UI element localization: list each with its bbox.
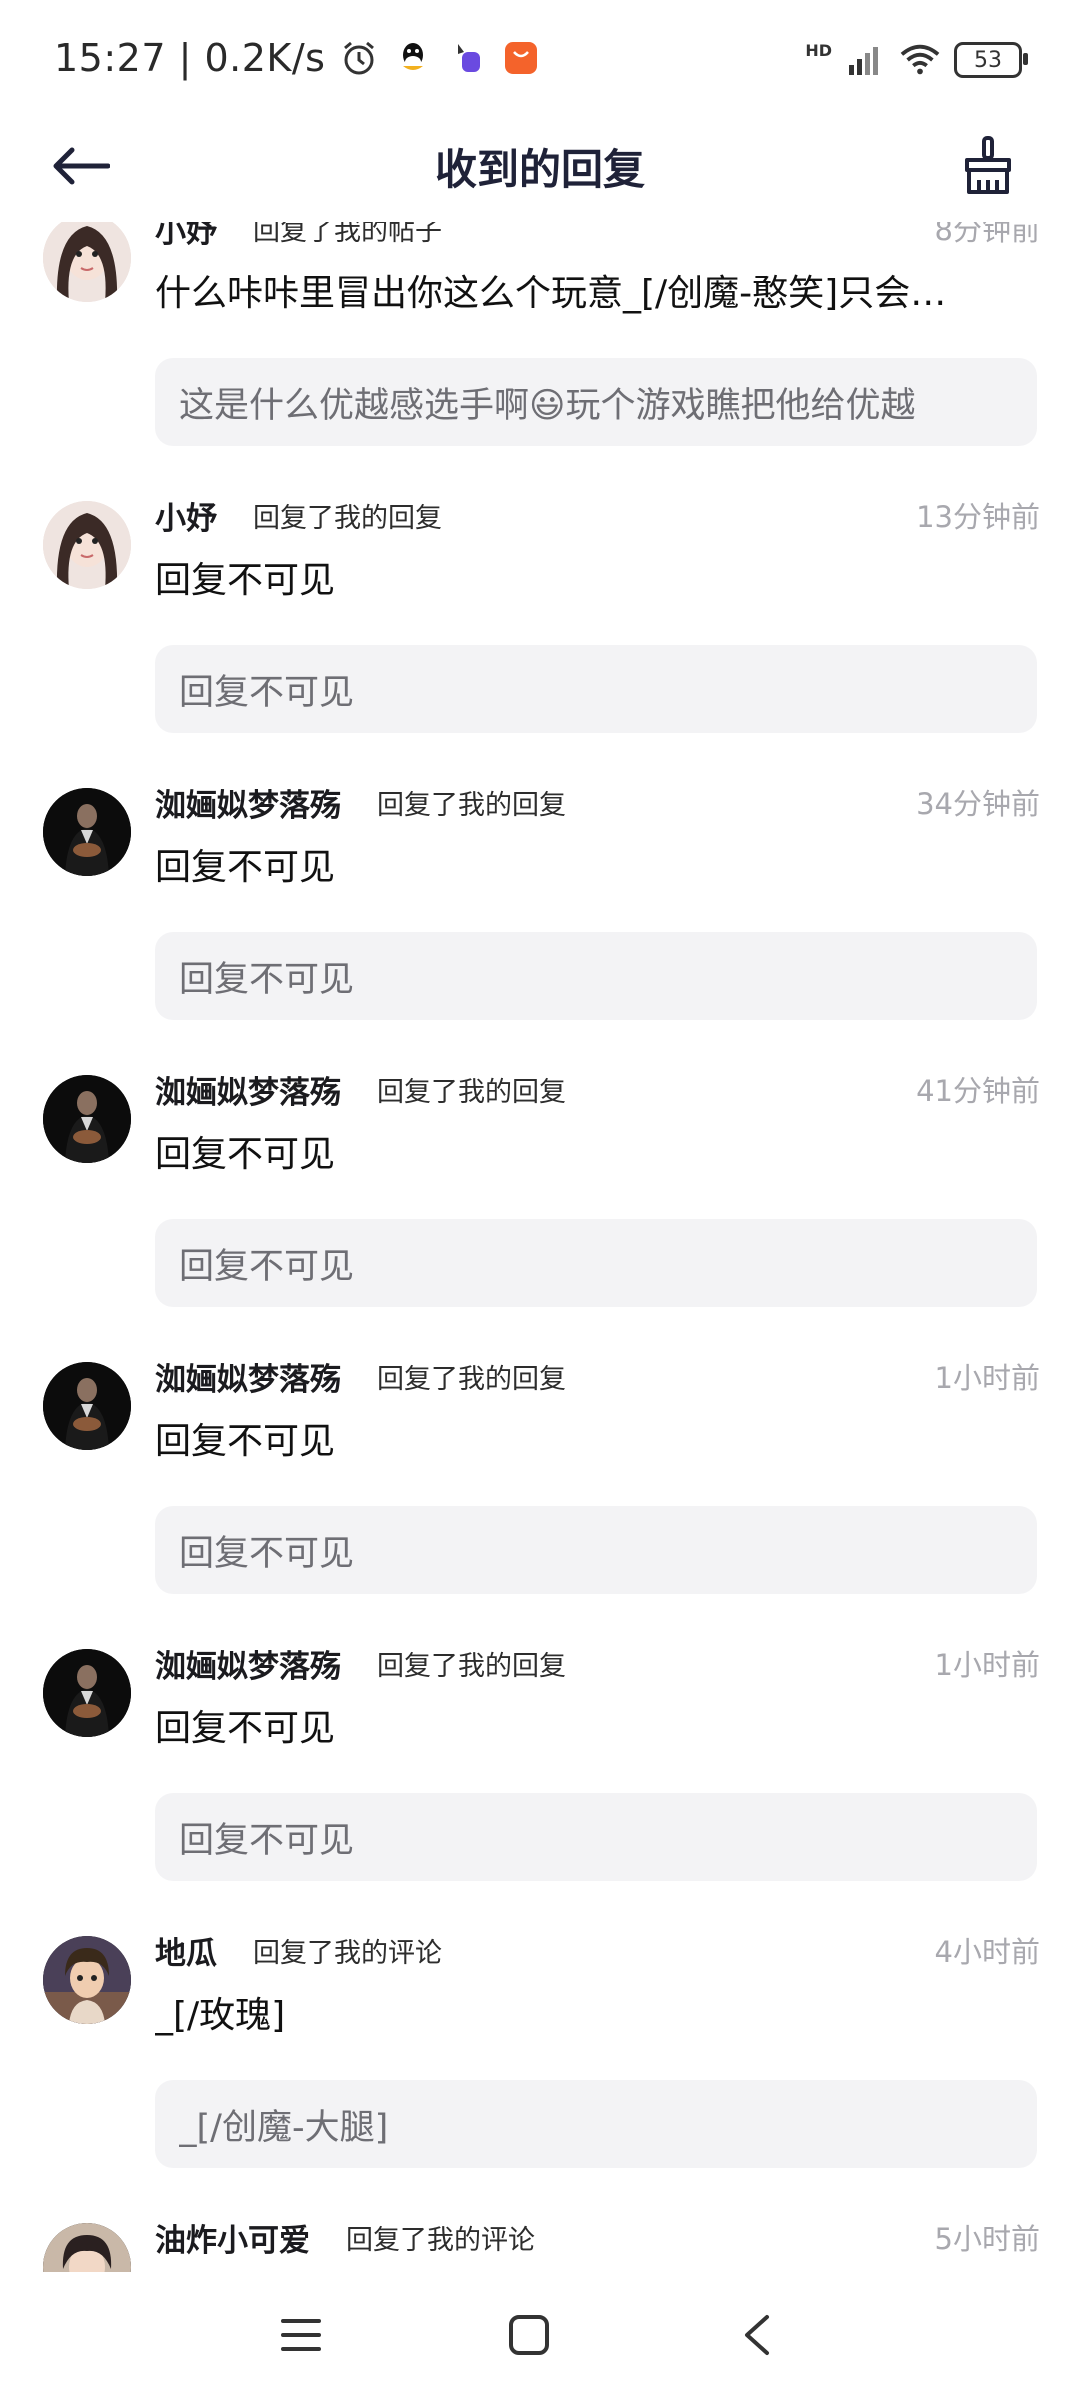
reply-time: 34分钟前	[916, 787, 1040, 821]
status-bar: 15:27 | 0.2K/s HD 53	[0, 0, 1080, 126]
reply-item[interactable]: 地瓜 回复了我的评论 4小时前 _[/玫瑰] _[/创魔-大腿]	[0, 1898, 1080, 2185]
reply-time: 13分钟前	[916, 500, 1040, 534]
user-name[interactable]: 小妤	[155, 493, 217, 538]
header: 收到的回复	[0, 126, 1080, 222]
store-icon	[501, 38, 541, 78]
quoted-content[interactable]: 回复不可见	[155, 645, 1037, 733]
user-name[interactable]: 洳婳姒梦落殇	[155, 1067, 341, 1112]
quote-text: _[/创魔-大腿]	[179, 2107, 389, 2148]
user-name[interactable]: 地瓜	[155, 1928, 217, 1973]
user-name[interactable]: 油炸小可爱	[155, 2215, 310, 2260]
avatar[interactable]	[43, 222, 131, 302]
avatar[interactable]	[43, 1936, 131, 2024]
avatar[interactable]	[43, 2223, 131, 2272]
user-name[interactable]: 洳婳姒梦落殇	[155, 1641, 341, 1686]
reply-action: 回复了我的回复	[377, 1363, 566, 1395]
reply-time: 41分钟前	[916, 1074, 1040, 1108]
menu-button[interactable]	[266, 2302, 336, 2372]
avatar[interactable]	[43, 1362, 131, 1450]
reply-action: 回复了我的帖子	[253, 222, 442, 247]
reply-item[interactable]: 油炸小可爱 回复了我的评论 5小时前	[0, 2185, 1080, 2272]
wifi-icon	[900, 40, 940, 80]
reply-list[interactable]: 小妤 回复了我的帖子 8分钟前 什么咔咔里冒出你这么个玩意_[/创魔-憨笑]只会…	[0, 222, 1080, 2272]
signal-icon	[846, 40, 886, 80]
reply-time: 4小时前	[934, 1935, 1040, 1969]
user-name[interactable]: 洳婳姒梦落殇	[155, 780, 341, 825]
reply-item[interactable]: 小妤 回复了我的帖子 8分钟前 什么咔咔里冒出你这么个玩意_[/创魔-憨笑]只会…	[0, 222, 1080, 463]
avatar[interactable]	[43, 1075, 131, 1163]
clear-button[interactable]	[950, 130, 1026, 206]
quoted-content[interactable]: 回复不可见	[155, 1793, 1037, 1881]
reply-text: 回复不可见	[155, 847, 336, 888]
reply-text: 回复不可见	[155, 1708, 336, 1749]
reply-time: 1小时前	[934, 1361, 1040, 1395]
reply-item[interactable]: 洳婳姒梦落殇 回复了我的回复 34分钟前 回复不可见 回复不可见	[0, 750, 1080, 1037]
menu-icon	[279, 2315, 323, 2359]
user-name[interactable]: 洳婳姒梦落殇	[155, 1354, 341, 1399]
system-nav-bar	[0, 2272, 1080, 2400]
app-icon	[447, 38, 487, 78]
reply-text: 回复不可见	[155, 1421, 336, 1462]
reply-action: 回复了我的评论	[346, 2224, 535, 2256]
quoted-content[interactable]: 回复不可见	[155, 932, 1037, 1020]
status-time: 15:27 | 0.2K/s	[54, 36, 326, 80]
reply-text: _[/玫瑰]	[155, 1995, 286, 2036]
reply-time: 5小时前	[934, 2222, 1040, 2256]
reply-text: 回复不可见	[155, 560, 336, 601]
reply-action: 回复了我的回复	[377, 1076, 566, 1108]
reply-item[interactable]: 洳婳姒梦落殇 回复了我的回复 41分钟前 回复不可见 回复不可见	[0, 1037, 1080, 1324]
avatar[interactable]	[43, 788, 131, 876]
reply-item[interactable]: 洳婳姒梦落殇 回复了我的回复 1小时前 回复不可见 回复不可见	[0, 1611, 1080, 1898]
quote-text: 回复不可见	[179, 1533, 355, 1574]
quote-text: 回复不可见	[179, 672, 355, 713]
reply-text: 回复不可见	[155, 1134, 336, 1175]
alarm-icon	[339, 38, 379, 78]
battery-indicator: 53	[954, 42, 1028, 78]
back-triangle-icon	[739, 2313, 775, 2361]
quote-text: 回复不可见	[179, 1820, 355, 1861]
broom-icon	[961, 136, 1015, 200]
home-square-icon	[507, 2313, 551, 2361]
hd-badge: HD	[805, 40, 832, 60]
user-name[interactable]: 小妤	[155, 222, 217, 251]
reply-action: 回复了我的回复	[253, 502, 442, 534]
quoted-content[interactable]: 这是什么优越感选手啊😃玩个游戏瞧把他给优越	[155, 358, 1037, 446]
back-nav-button[interactable]	[722, 2302, 792, 2372]
reply-item[interactable]: 洳婳姒梦落殇 回复了我的回复 1小时前 回复不可见 回复不可见	[0, 1324, 1080, 1611]
home-button[interactable]	[494, 2302, 564, 2372]
avatar[interactable]	[43, 501, 131, 589]
reply-action: 回复了我的回复	[377, 789, 566, 821]
quoted-content[interactable]: 回复不可见	[155, 1506, 1037, 1594]
quote-text: 回复不可见	[179, 1246, 355, 1287]
quote-text: 回复不可见	[179, 959, 355, 1000]
qq-icon	[393, 38, 433, 78]
reply-action: 回复了我的回复	[377, 1650, 566, 1682]
avatar[interactable]	[43, 1649, 131, 1737]
reply-item[interactable]: 小妤 回复了我的回复 13分钟前 回复不可见 回复不可见	[0, 463, 1080, 750]
quote-text: 这是什么优越感选手啊😃玩个游戏瞧把他给优越	[179, 385, 916, 426]
reply-action: 回复了我的评论	[253, 1937, 442, 1969]
reply-time: 1小时前	[934, 1648, 1040, 1682]
quoted-content[interactable]: _[/创魔-大腿]	[155, 2080, 1037, 2168]
reply-time: 8分钟前	[934, 222, 1040, 247]
reply-text: 什么咔咔里冒出你这么个玩意_[/创魔-憨笑]只会…	[155, 273, 947, 314]
quoted-content[interactable]: 回复不可见	[155, 1219, 1037, 1307]
page-title: 收到的回复	[434, 145, 645, 194]
